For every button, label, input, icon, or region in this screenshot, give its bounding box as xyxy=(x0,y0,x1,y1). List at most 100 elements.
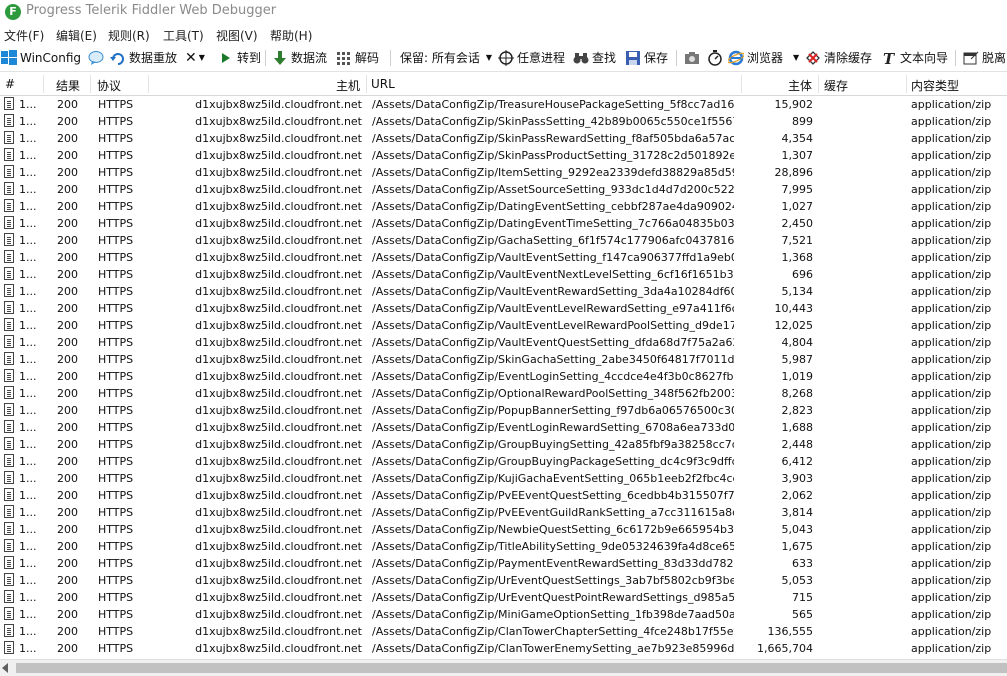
table-row[interactable]: 1... 200 HTTPS d1xujbx8wz5ild.cloudfront.ne… xyxy=(0,232,1007,249)
scroll-left-arrow-icon[interactable] xyxy=(2,663,8,673)
column-result[interactable]: 结果 xyxy=(56,77,80,94)
table-row[interactable]: 1... 200 HTTPS d1xujbx8wz5ild.cloudfront.ne… xyxy=(0,419,1007,436)
winconfig-button[interactable]: WinConfig xyxy=(1,49,81,67)
window-title: Progress Telerik Fiddler Web Debugger xyxy=(26,3,277,18)
decode-grid-icon xyxy=(336,50,352,66)
menu-rules[interactable]: 规则(R) xyxy=(108,27,150,44)
replay-button[interactable]: 数据重放 xyxy=(110,49,177,67)
table-row[interactable]: 1... 200 HTTPS d1xujbx8wz5ild.cloudfront.ne… xyxy=(0,589,1007,606)
document-icon xyxy=(4,471,14,484)
column-divider[interactable] xyxy=(43,75,44,93)
document-icon xyxy=(4,488,14,501)
toolbar: WinConfig 数据重放 ✕ ▼ 转到 数据流 解码 保留: 所有会话 ▼ … xyxy=(0,45,1007,72)
table-row[interactable]: 1... 200 HTTPS d1xujbx8wz5ild.cloudfront.ne… xyxy=(0,487,1007,504)
crosshair-icon xyxy=(498,50,514,66)
menu-file[interactable]: 文件(F) xyxy=(4,27,44,44)
column-divider[interactable] xyxy=(906,75,907,93)
scrollbar-thumb[interactable] xyxy=(16,663,1007,673)
sessions-list[interactable]: 1... 200 HTTPS d1xujbx8wz5ild.cloudfront.ne… xyxy=(0,96,1007,659)
menu-help[interactable]: 帮助(H) xyxy=(270,27,312,44)
document-icon xyxy=(4,607,14,620)
table-row[interactable]: 1... 200 HTTPS d1xujbx8wz5ild.cloudfront.ne… xyxy=(0,385,1007,402)
table-row[interactable]: 1... 200 HTTPS d1xujbx8wz5ild.cloudfront.ne… xyxy=(0,453,1007,470)
document-icon xyxy=(4,165,14,178)
binoculars-icon xyxy=(573,50,589,66)
document-icon xyxy=(4,369,14,382)
column-url[interactable]: URL xyxy=(371,77,395,91)
table-row[interactable]: 1... 200 HTTPS d1xujbx8wz5ild.cloudfront.ne… xyxy=(0,113,1007,130)
table-row[interactable]: 1... 200 HTTPS d1xujbx8wz5ild.cloudfront.ne… xyxy=(0,317,1007,334)
toolbar-divider xyxy=(265,50,266,66)
screenshot-button[interactable] xyxy=(684,49,703,67)
remove-button[interactable]: ✕ ▼ xyxy=(185,49,205,67)
document-icon xyxy=(4,403,14,416)
go-button[interactable]: 转到 xyxy=(218,49,261,67)
table-row[interactable]: 1... 200 HTTPS d1xujbx8wz5ild.cloudfront.ne… xyxy=(0,504,1007,521)
table-row[interactable]: 1... 200 HTTPS d1xujbx8wz5ild.cloudfront.ne… xyxy=(0,96,1007,113)
table-row[interactable]: 1... 200 HTTPS d1xujbx8wz5ild.cloudfront.ne… xyxy=(0,130,1007,147)
column-caching[interactable]: 缓存 xyxy=(824,77,848,94)
table-row[interactable]: 1... 200 HTTPS d1xujbx8wz5ild.cloudfront.ne… xyxy=(0,300,1007,317)
document-icon xyxy=(4,284,14,297)
text-wizard-button[interactable]: T 文本向导 xyxy=(881,49,948,68)
menu-tools[interactable]: 工具(T) xyxy=(163,27,204,44)
save-button[interactable]: 保存 xyxy=(625,49,668,67)
table-row[interactable]: 1... 200 HTTPS d1xujbx8wz5ild.cloudfront.ne… xyxy=(0,368,1007,385)
table-row[interactable]: 1... 200 HTTPS d1xujbx8wz5ild.cloudfront.ne… xyxy=(0,402,1007,419)
decode-button[interactable]: 解码 xyxy=(336,49,379,67)
column-body[interactable]: 主体 xyxy=(788,77,812,94)
document-icon xyxy=(4,505,14,518)
table-row[interactable]: 1... 200 HTTPS d1xujbx8wz5ild.cloudfront.ne… xyxy=(0,606,1007,623)
column-content-type[interactable]: 内容类型 xyxy=(911,77,959,94)
document-icon xyxy=(4,386,14,399)
table-row[interactable]: 1... 200 HTTPS d1xujbx8wz5ild.cloudfront.ne… xyxy=(0,181,1007,198)
column-divider[interactable] xyxy=(90,75,91,93)
column-divider[interactable] xyxy=(818,75,819,93)
column-divider[interactable] xyxy=(366,75,367,93)
table-row[interactable]: 1... 200 HTTPS d1xujbx8wz5ild.cloudfront.ne… xyxy=(0,147,1007,164)
document-icon xyxy=(4,352,14,365)
find-button[interactable]: 查找 xyxy=(573,49,616,67)
table-row[interactable]: 1... 200 HTTPS d1xujbx8wz5ild.cloudfront.ne… xyxy=(0,215,1007,232)
table-row[interactable]: 1... 200 HTTPS d1xujbx8wz5ild.cloudfront.ne… xyxy=(0,266,1007,283)
keep-sessions-dropdown[interactable]: 保留: 所有会话 ▼ xyxy=(400,49,492,67)
table-row[interactable]: 1... 200 HTTPS d1xujbx8wz5ild.cloudfront.ne… xyxy=(0,521,1007,538)
table-row[interactable]: 1... 200 HTTPS d1xujbx8wz5ild.cloudfront.ne… xyxy=(0,351,1007,368)
menu-edit[interactable]: 编辑(E) xyxy=(56,27,97,44)
table-row[interactable]: 1... 200 HTTPS d1xujbx8wz5ild.cloudfront.ne… xyxy=(0,538,1007,555)
document-icon xyxy=(4,522,14,535)
any-process-button[interactable]: 任意进程 xyxy=(498,49,565,67)
menu-view[interactable]: 视图(V) xyxy=(216,27,258,44)
document-icon xyxy=(4,114,14,127)
horizontal-scrollbar[interactable] xyxy=(0,659,1007,676)
document-icon xyxy=(4,267,14,280)
chevron-down-icon: ▼ xyxy=(198,53,205,62)
table-row[interactable]: 1... 200 HTTPS d1xujbx8wz5ild.cloudfront.ne… xyxy=(0,555,1007,572)
table-row[interactable]: 1... 200 HTTPS d1xujbx8wz5ild.cloudfront.ne… xyxy=(0,640,1007,657)
document-icon xyxy=(4,182,14,195)
table-row[interactable]: 1... 200 HTTPS d1xujbx8wz5ild.cloudfront.ne… xyxy=(0,198,1007,215)
table-row[interactable]: 1... 200 HTTPS d1xujbx8wz5ild.cloudfront.ne… xyxy=(0,436,1007,453)
document-icon xyxy=(4,454,14,467)
table-row[interactable]: 1... 200 HTTPS d1xujbx8wz5ild.cloudfront.ne… xyxy=(0,470,1007,487)
table-row[interactable]: 1... 200 HTTPS d1xujbx8wz5ild.cloudfront.ne… xyxy=(0,164,1007,181)
table-row[interactable]: 1... 200 HTTPS d1xujbx8wz5ild.cloudfront.ne… xyxy=(0,283,1007,300)
column-protocol[interactable]: 协议 xyxy=(97,77,121,94)
tearoff-button[interactable]: 脱离 xyxy=(963,49,1006,67)
table-row[interactable]: 1... 200 HTTPS d1xujbx8wz5ild.cloudfront.ne… xyxy=(0,334,1007,351)
document-icon xyxy=(4,641,14,654)
stream-button[interactable]: 数据流 xyxy=(272,49,327,67)
document-icon xyxy=(4,573,14,586)
column-divider[interactable] xyxy=(741,75,742,93)
table-row[interactable]: 1... 200 HTTPS d1xujbx8wz5ild.cloudfront.ne… xyxy=(0,572,1007,589)
tearoff-window-icon xyxy=(963,50,979,66)
clear-cache-button[interactable]: 清除缓存 xyxy=(805,49,872,67)
comment-button[interactable] xyxy=(88,49,107,67)
table-row[interactable]: 1... 200 HTTPS d1xujbx8wz5ild.cloudfront.ne… xyxy=(0,249,1007,266)
browse-button[interactable]: 浏览器 ▼ xyxy=(727,49,799,67)
table-row[interactable]: 1... 200 HTTPS d1xujbx8wz5ild.cloudfront.ne… xyxy=(0,623,1007,640)
column-divider[interactable] xyxy=(148,75,149,93)
column-number[interactable]: # xyxy=(5,77,15,91)
timer-button[interactable] xyxy=(707,49,726,67)
column-host[interactable]: 主机 xyxy=(336,77,360,94)
